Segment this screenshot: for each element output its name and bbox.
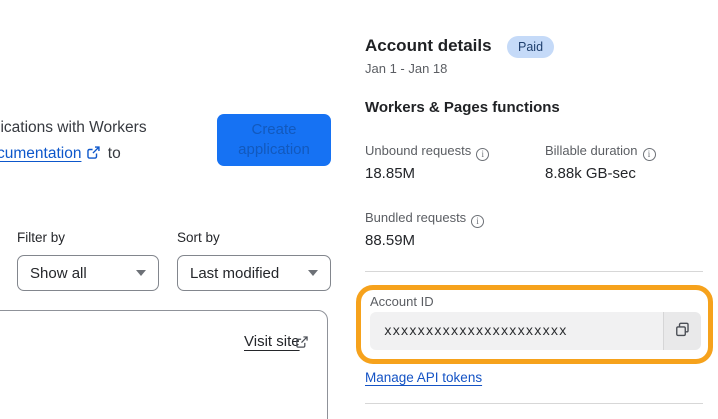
info-icon[interactable] bbox=[642, 147, 656, 161]
stat-label-text: Bundled requests bbox=[365, 210, 467, 225]
sort-by-label: Sort by bbox=[177, 230, 220, 245]
account-id-label: Account ID bbox=[370, 294, 434, 309]
stat-label-billable-duration: Billable duration bbox=[545, 143, 656, 161]
info-icon[interactable] bbox=[476, 147, 490, 161]
stat-label-text: Billable duration bbox=[545, 143, 638, 158]
intro-after-link: to bbox=[107, 145, 121, 162]
divider bbox=[365, 403, 703, 404]
site-card bbox=[0, 310, 328, 419]
divider bbox=[365, 271, 703, 272]
info-icon[interactable] bbox=[471, 214, 485, 228]
filter-select[interactable]: Show all bbox=[17, 255, 159, 291]
stat-label-bundled-requests: Bundled requests bbox=[365, 210, 485, 228]
create-button-line1: Create bbox=[251, 121, 297, 138]
documentation-link[interactable]: cumentation bbox=[0, 145, 81, 162]
copy-icon bbox=[674, 321, 691, 341]
visit-site-link[interactable]: Visit site bbox=[244, 333, 300, 350]
sort-select[interactable]: Last modified bbox=[177, 255, 331, 291]
stat-label-text: Unbound requests bbox=[365, 143, 472, 158]
intro-line1: lications with Workers bbox=[0, 119, 147, 136]
stat-value-bundled-requests: 88.59M bbox=[365, 232, 416, 249]
account-id-input[interactable] bbox=[370, 312, 663, 350]
sort-selected-value: Last modified bbox=[190, 264, 280, 282]
account-id-field-group bbox=[370, 312, 701, 350]
workers-pages-dashboard: lications with Workers cumentation to Cr… bbox=[0, 0, 718, 419]
stat-label-unbound-requests: Unbound requests bbox=[365, 143, 490, 161]
stat-value-billable-duration: 8.88k GB-sec bbox=[545, 165, 636, 182]
external-link-icon bbox=[295, 335, 309, 354]
external-link-icon bbox=[86, 143, 101, 169]
functions-section-title: Workers & Pages functions bbox=[365, 99, 560, 116]
plan-status-badge: Paid bbox=[507, 36, 555, 58]
filter-selected-value: Show all bbox=[30, 264, 87, 282]
filter-by-label: Filter by bbox=[17, 230, 66, 245]
chevron-down-icon bbox=[136, 270, 146, 276]
stat-value-unbound-requests: 18.85M bbox=[365, 165, 416, 182]
account-details-title: Account details bbox=[365, 36, 492, 55]
copy-account-id-button[interactable] bbox=[663, 312, 701, 350]
create-application-button[interactable]: Create application bbox=[217, 114, 331, 166]
create-button-line2: application bbox=[238, 141, 310, 158]
chevron-down-icon bbox=[308, 270, 318, 276]
billing-date-range: Jan 1 - Jan 18 bbox=[365, 61, 448, 76]
manage-api-tokens-link[interactable]: Manage API tokens bbox=[365, 370, 482, 385]
intro-text: lications with Workers cumentation to bbox=[0, 115, 147, 169]
